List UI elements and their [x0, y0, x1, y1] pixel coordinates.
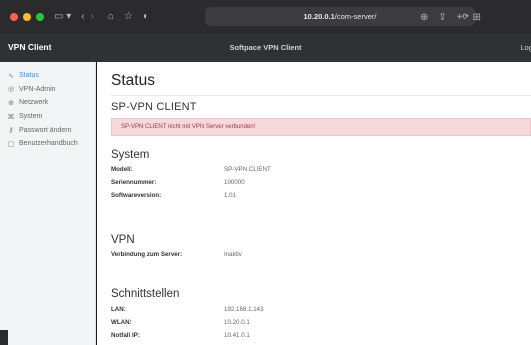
- logo: Logo: [520, 43, 531, 52]
- info-value: 10.41.0.1: [224, 332, 250, 339]
- info-row: WLAN: 10.20.0.1: [111, 319, 411, 328]
- sidebar-item-label: VPN-Admin: [19, 85, 56, 93]
- globe-icon: ⊕: [8, 99, 14, 107]
- info-label: WLAN:: [111, 319, 132, 326]
- maximize-window-button[interactable]: [36, 13, 44, 21]
- info-row: Softwareversion: 1.01: [111, 192, 411, 201]
- sidebar-item-system[interactable]: ⌘ System: [0, 110, 95, 124]
- url-host: 10.20.0.1: [303, 12, 335, 21]
- alert-text: SP-VPN CLIENT nicht mit VPN Server verbu…: [121, 124, 256, 130]
- info-row: Seriennummer: 100000: [111, 179, 411, 188]
- info-value: Inaktiv: [224, 251, 242, 258]
- back-icon[interactable]: ‹: [81, 12, 84, 22]
- share-icon[interactable]: ⇪: [438, 12, 446, 23]
- sidebar-item-status[interactable]: ∿ Status: [0, 69, 95, 83]
- info-row: Modell: SP-VPN CLIENT: [111, 166, 411, 175]
- new-tab-icon[interactable]: +: [457, 12, 463, 23]
- downloads-icon[interactable]: ⊕: [420, 12, 428, 23]
- main-content: Status SP-VPN CLIENT SP-VPN CLIENT nicht…: [97, 62, 531, 345]
- url-path: /com-server/: [334, 12, 377, 21]
- sidebar-item-benutzerhandbuch[interactable]: ▢ Benutzerhandbuch: [0, 137, 95, 151]
- bookmark-star-icon[interactable]: ☆: [124, 12, 133, 22]
- pulse-icon: ∿: [8, 72, 14, 80]
- system-icon: ⌘: [7, 113, 15, 121]
- info-label: LAN:: [111, 306, 126, 313]
- info-label: Modell:: [111, 166, 133, 173]
- sidebar-item-label: Status: [19, 72, 39, 80]
- sidebar: ∿ Status ◎ VPN-Admin ⊕ Netzwerk ⌘ System…: [0, 62, 96, 345]
- info-row: Verbindung zum Server: Inaktiv: [111, 251, 411, 260]
- info-value: 192.168.1.143: [224, 306, 264, 313]
- info-value: 1.01: [224, 192, 237, 199]
- connection-alert: SP-VPN CLIENT nicht mit VPN Server verbu…: [111, 118, 531, 136]
- interfaces-heading: Schnittstellen: [111, 288, 180, 300]
- key-icon: ⚷: [8, 127, 14, 135]
- forward-icon[interactable]: ›: [91, 12, 94, 22]
- book-icon: ▢: [7, 140, 15, 148]
- client-heading: SP-VPN CLIENT: [111, 101, 197, 113]
- page-title: Status: [111, 72, 155, 89]
- sidebar-toggle-icon[interactable]: ▭ ▾: [54, 12, 71, 22]
- info-label: Softwareversion:: [111, 192, 162, 199]
- minimize-window-button[interactable]: [23, 13, 31, 21]
- close-window-button[interactable]: [10, 13, 18, 21]
- info-label: Seriennummer:: [111, 179, 157, 186]
- dock-edge: [0, 330, 8, 345]
- privacy-shield-icon[interactable]: ◐: [143, 12, 149, 22]
- browser-actions: ⊕ ⇪ + ⊞: [420, 0, 481, 34]
- app-header: VPN Client Softpace VPN Client Logo: [0, 34, 531, 62]
- browser-toolbar: ▭ ▾ ‹ › ⌂ ☆ ◐ 10.20.0.1/com-server/ ⟳ ⊕ …: [0, 0, 531, 34]
- sidebar-item-vpn-admin[interactable]: ◎ VPN-Admin: [0, 83, 95, 97]
- title-divider: [111, 95, 531, 96]
- window-controls: [10, 13, 44, 21]
- info-value: 100000: [224, 179, 245, 186]
- info-row: Notfall IP: 10.41.0.1: [111, 332, 411, 341]
- info-label: Verbindung zum Server:: [111, 251, 183, 258]
- system-heading: System: [111, 149, 150, 161]
- info-value: SP-VPN CLIENT: [224, 166, 271, 173]
- sidebar-item-label: Benutzerhandbuch: [19, 140, 78, 148]
- info-row: LAN: 192.168.1.143: [111, 306, 411, 315]
- sidebar-item-passwort[interactable]: ⚷ Passwort ändern: [0, 123, 95, 137]
- settings-icon: ◎: [7, 86, 15, 94]
- sidebar-item-netzwerk[interactable]: ⊕ Netzwerk: [0, 96, 95, 110]
- home-icon[interactable]: ⌂: [108, 12, 114, 22]
- info-value: 10.20.0.1: [224, 319, 250, 326]
- sidebar-item-label: Netzwerk: [19, 99, 49, 107]
- app-title: Softpace VPN Client: [229, 43, 302, 52]
- info-label: Notfall IP:: [111, 332, 140, 339]
- sidebar-item-label: System: [19, 113, 43, 121]
- vpn-heading: VPN: [111, 234, 135, 246]
- tab-overview-icon[interactable]: ⊞: [473, 12, 481, 23]
- sidebar-item-label: Passwort ändern: [19, 126, 72, 134]
